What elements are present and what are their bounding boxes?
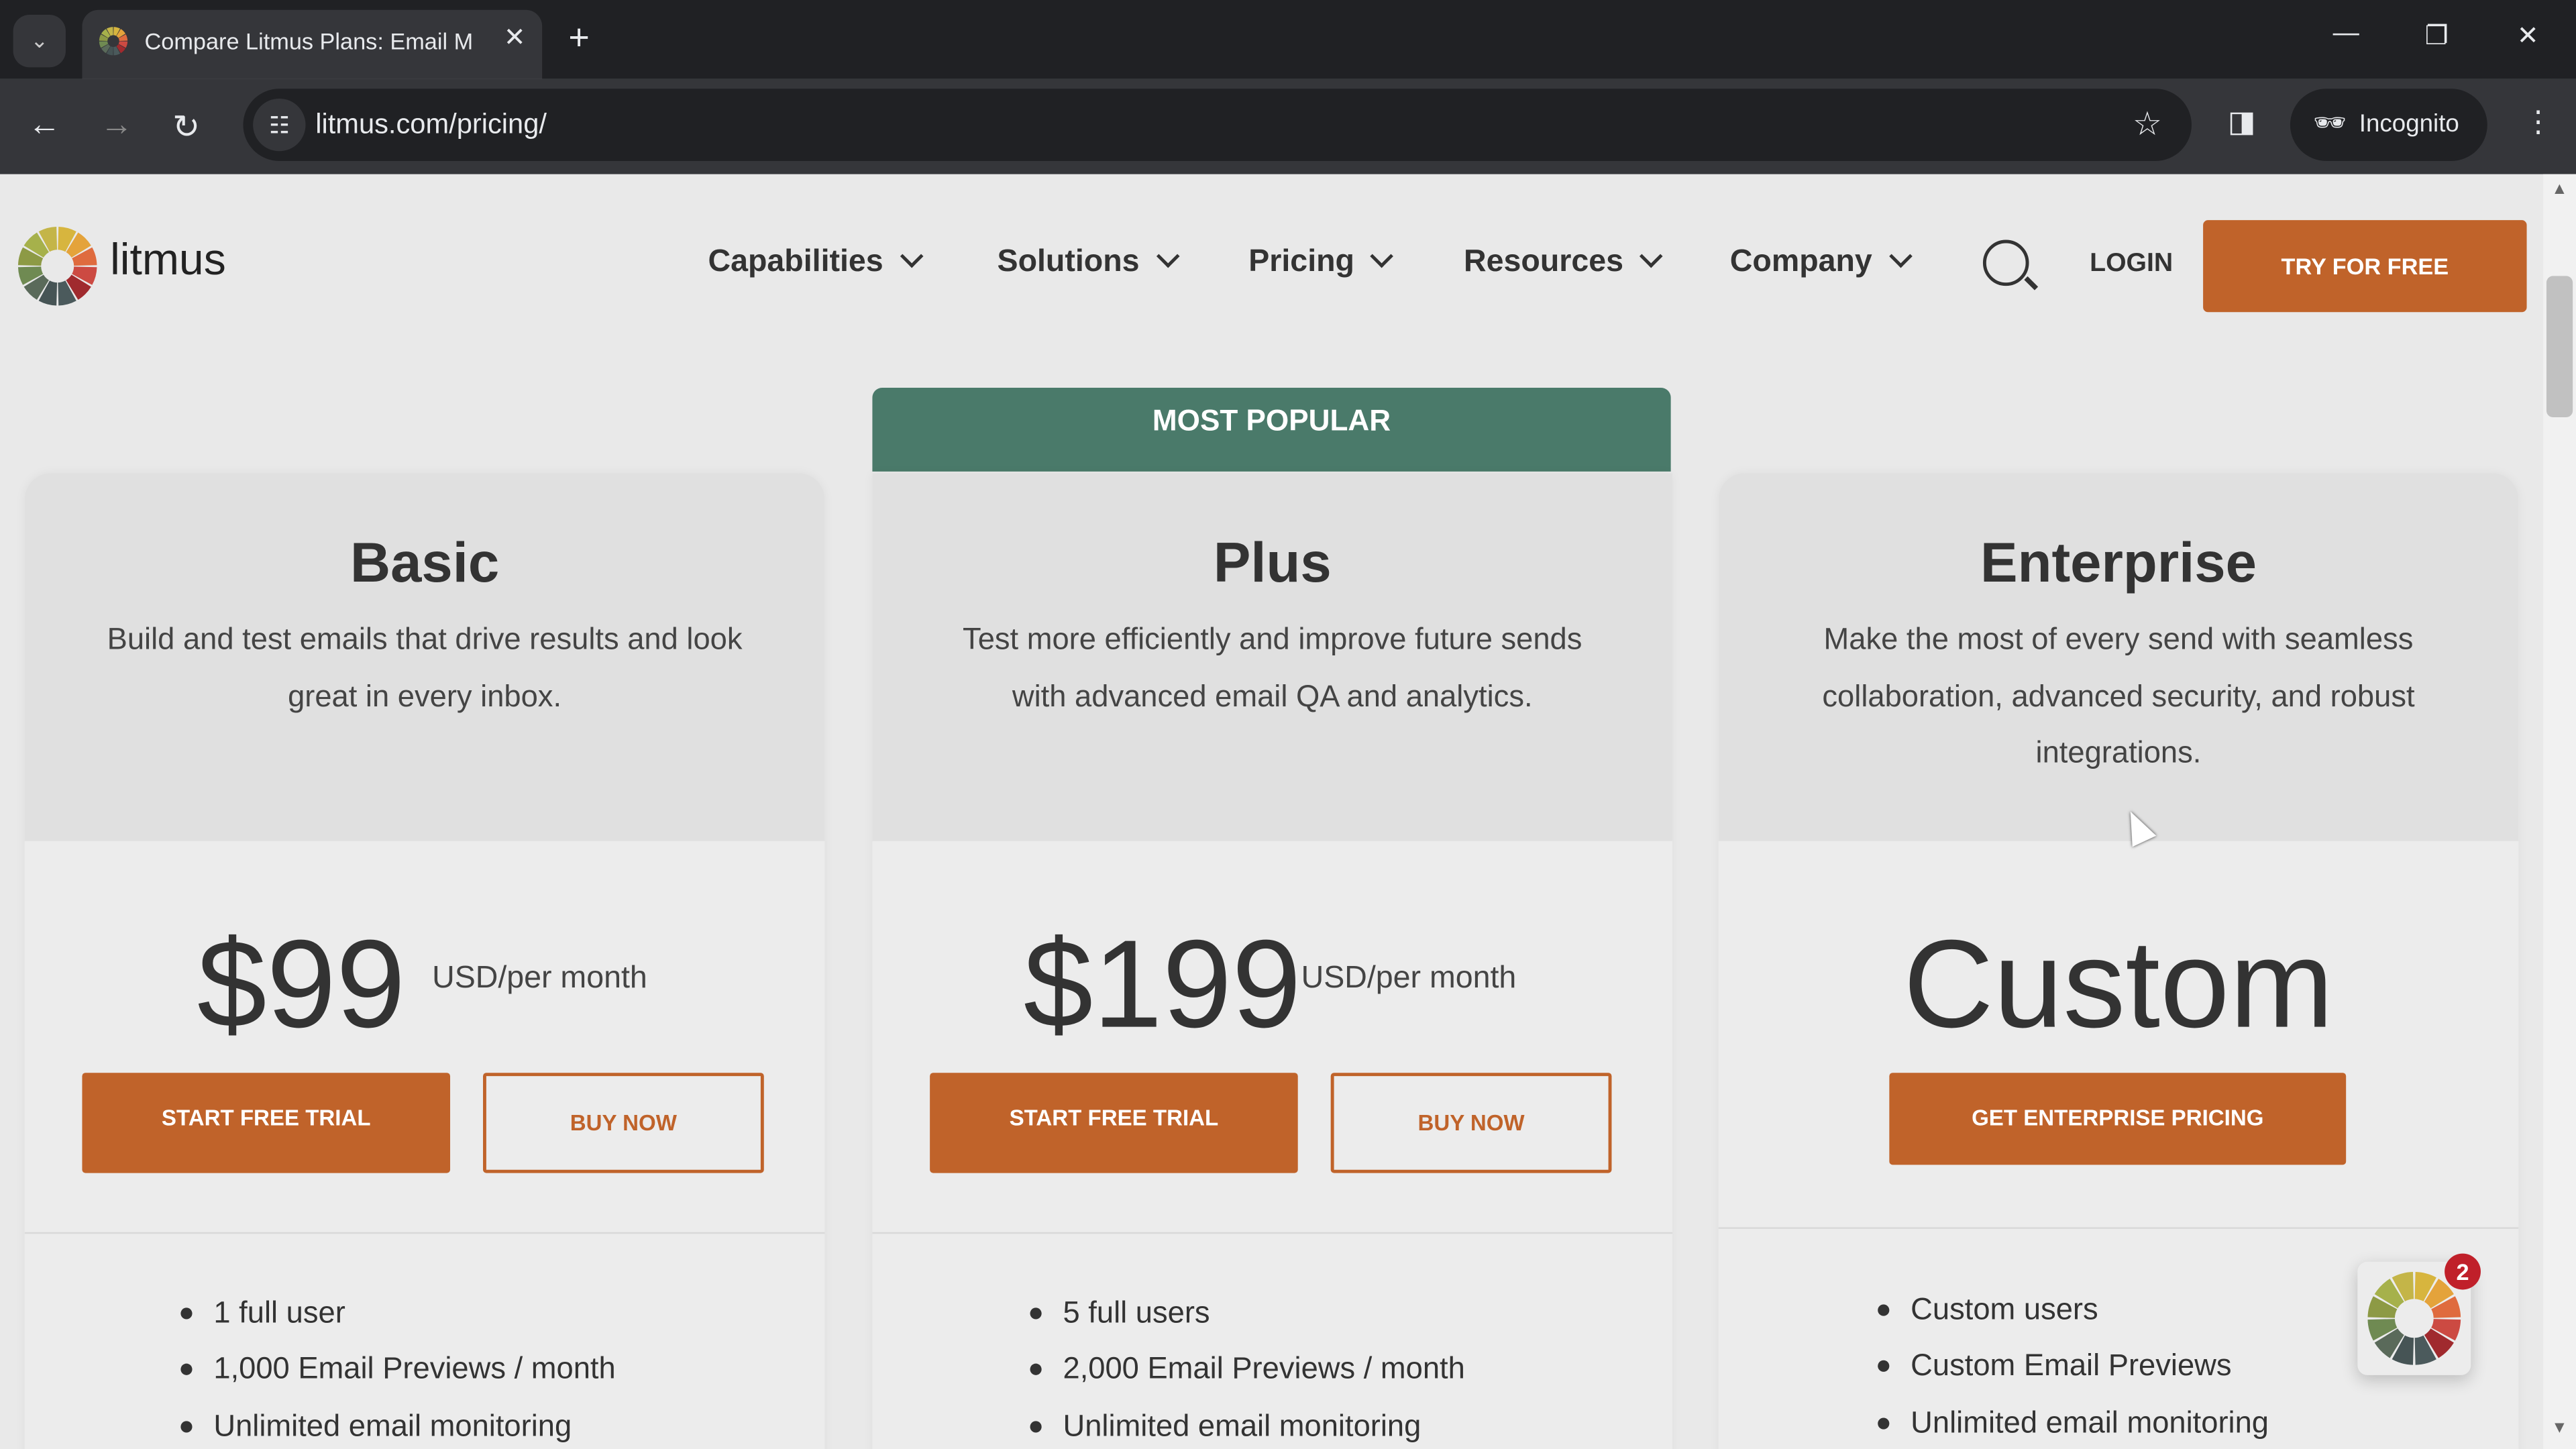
menu-label: Resources — [1464, 244, 1624, 280]
active-tab[interactable]: Compare Litmus Plans: Email M ✕ — [82, 9, 543, 79]
scrollbar-thumb[interactable] — [2546, 276, 2573, 418]
plan-price: Custom — [1903, 915, 2334, 1055]
price-unit: USD/per month — [432, 961, 647, 996]
feature-item: Unlimited email monitoring — [180, 1407, 616, 1449]
scroll-down-icon[interactable]: ▼ — [2551, 1419, 2567, 1438]
close-tab-icon[interactable]: ✕ — [504, 21, 526, 54]
buy-now-button[interactable]: BUY NOW — [483, 1073, 764, 1173]
reload-icon[interactable]: ↻ — [172, 107, 200, 148]
chevron-down-icon — [1640, 244, 1663, 268]
feature-item: 5 full users — [1030, 1295, 1465, 1351]
menu-pricing[interactable]: Pricing — [1248, 244, 1394, 281]
minimize-icon[interactable]: — — [2333, 19, 2359, 49]
feature-item: Unlimited email monitoring — [1030, 1407, 1465, 1449]
menu-label: Pricing — [1248, 244, 1354, 280]
menu-kebab-icon[interactable]: ⋮ — [2524, 105, 2553, 140]
url-text[interactable]: litmus.com/pricing/ — [315, 109, 547, 142]
litmus-chat-icon — [2367, 1271, 2461, 1365]
scroll-up-icon[interactable]: ▲ — [2551, 180, 2567, 199]
plan-price: $99 — [197, 915, 406, 1055]
notification-badge: 2 — [2445, 1253, 2481, 1290]
incognito-label: Incognito — [2359, 110, 2459, 138]
plan-card-basic: Basic Build and test emails that drive r… — [24, 473, 825, 1449]
feature-list: Custom users Custom Email Previews Unlim… — [1878, 1291, 2269, 1449]
chevron-down-icon — [1371, 244, 1394, 268]
litmus-logo-icon[interactable] — [16, 225, 98, 307]
feature-list: 1 full user 1,000 Email Previews / month… — [180, 1295, 616, 1449]
plan-card-plus: Plus Test more efficiently and improve f… — [872, 473, 1673, 1449]
start-free-trial-button[interactable]: START FREE TRIAL — [930, 1073, 1298, 1173]
plan-price: $199 — [1023, 915, 1301, 1055]
browser-window: ⌄ Compare Litmus Plans: Email M ✕ + — ❐ … — [0, 0, 2576, 1449]
browser-toolbar: ← → ↻ ☷ litmus.com/pricing/ ☆ ◨ 🕶 Incogni… — [0, 78, 2576, 174]
plan-name: Plus — [1213, 532, 1332, 595]
menu-capabilities[interactable]: Capabilities — [708, 244, 923, 281]
tab-search-button[interactable]: ⌄ — [13, 15, 66, 68]
plan-name: Basic — [350, 532, 500, 595]
tab-title: Compare Litmus Plans: Email M — [144, 28, 474, 54]
site-header: litmus Capabilities Solutions Pricing Re… — [0, 174, 2543, 355]
chevron-down-icon — [1155, 244, 1179, 268]
price-unit: USD/per month — [1301, 961, 1517, 996]
forward-icon[interactable]: → — [100, 107, 133, 144]
plan-description: Test more efficiently and improve future… — [963, 621, 1582, 712]
buy-now-button[interactable]: BUY NOW — [1330, 1073, 1612, 1173]
menu-solutions[interactable]: Solutions — [997, 244, 1179, 281]
search-icon[interactable] — [1982, 239, 2029, 286]
menu-company[interactable]: Company — [1729, 244, 1912, 281]
feature-item: 1 full user — [180, 1295, 616, 1351]
menu-label: Capabilities — [708, 244, 883, 280]
side-panel-icon[interactable]: ◨ — [2228, 105, 2256, 140]
feature-list: 5 full users 2,000 Email Previews / mont… — [1030, 1295, 1465, 1449]
feature-item: Custom Email Previews — [1878, 1348, 2269, 1404]
plan-description: Build and test emails that drive results… — [107, 621, 743, 712]
logo-text[interactable]: litmus — [110, 235, 226, 286]
start-free-trial-button[interactable]: START FREE TRIAL — [82, 1073, 451, 1173]
incognito-indicator[interactable]: 🕶 Incognito — [2290, 89, 2487, 162]
feature-item: Unlimited email monitoring — [1878, 1404, 2269, 1449]
page-scrollbar[interactable]: ▲ ▼ — [2543, 174, 2576, 1449]
most-popular-banner: MOST POPULAR — [872, 387, 1671, 472]
new-tab-button[interactable]: + — [568, 16, 589, 59]
menu-label: Solutions — [997, 244, 1140, 280]
back-icon[interactable]: ← — [28, 107, 61, 144]
restore-icon[interactable]: ❐ — [2425, 19, 2449, 52]
chevron-down-icon — [1888, 244, 1912, 268]
login-link[interactable]: LOGIN — [2090, 250, 2173, 279]
menu-label: Company — [1729, 244, 1872, 280]
address-bar[interactable]: ☷ litmus.com/pricing/ ☆ — [243, 89, 2192, 162]
menu-resources[interactable]: Resources — [1464, 244, 1663, 281]
chevron-down-icon — [900, 244, 923, 268]
bookmark-star-icon[interactable]: ☆ — [2133, 103, 2162, 144]
plan-description: Make the most of every send with seamles… — [1822, 621, 2415, 769]
feature-item: 2,000 Email Previews / month — [1030, 1351, 1465, 1407]
get-enterprise-pricing-button[interactable]: GET ENTERPRISE PRICING — [1889, 1073, 2347, 1165]
try-for-free-button[interactable]: TRY FOR FREE — [2203, 220, 2527, 313]
feature-item: 1,000 Email Previews / month — [180, 1351, 616, 1407]
litmus-favicon-icon — [99, 27, 128, 56]
tab-bar: ⌄ Compare Litmus Plans: Email M ✕ + — ❐ … — [0, 0, 2576, 79]
close-window-icon[interactable]: ✕ — [2517, 19, 2539, 52]
incognito-icon: 🕶 — [2313, 110, 2347, 138]
feature-item: Custom users — [1878, 1291, 2269, 1348]
plan-name: Enterprise — [1980, 532, 2257, 595]
site-info-icon[interactable]: ☷ — [253, 98, 306, 152]
